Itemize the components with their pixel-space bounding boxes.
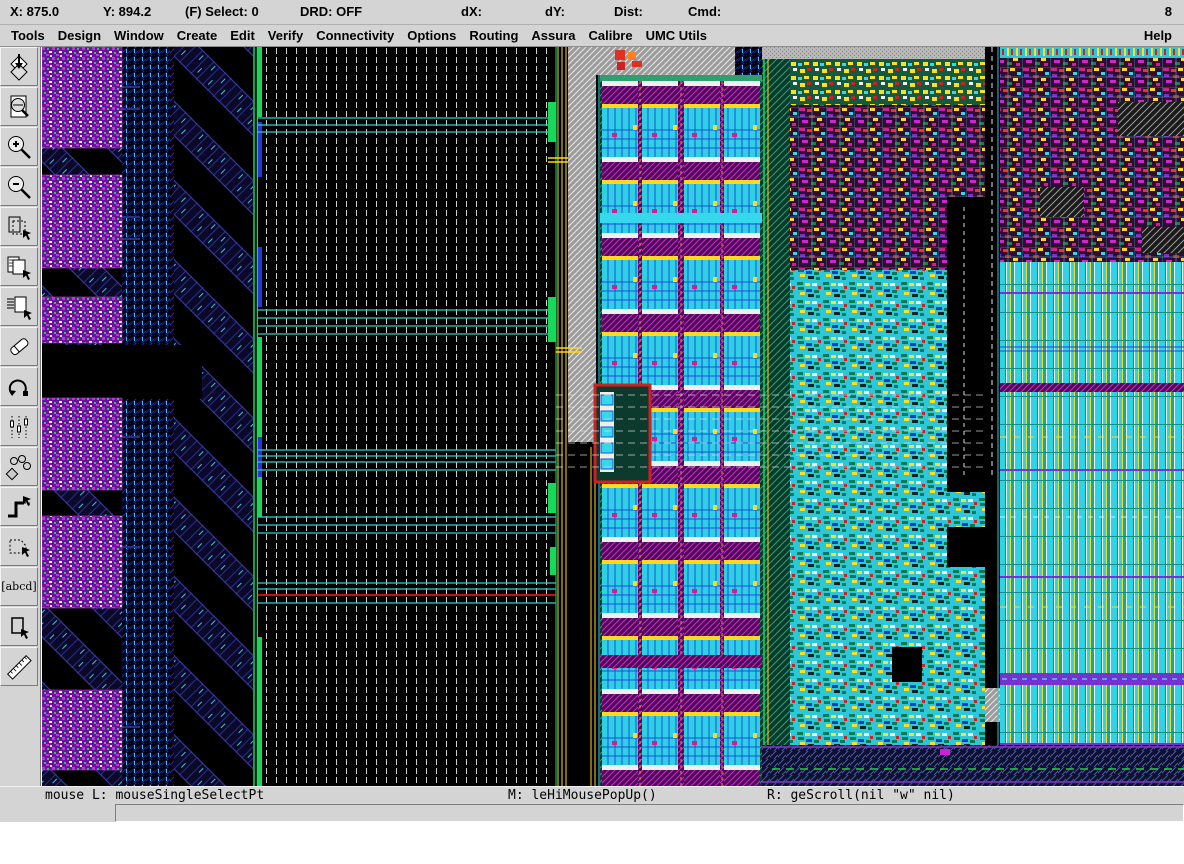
tool-zoom-out-button[interactable] <box>0 167 38 206</box>
tool-zoom-in-button[interactable] <box>0 127 38 166</box>
layout-region-divider <box>985 47 1000 786</box>
menu-item-help[interactable]: Help <box>1138 26 1178 45</box>
move-icon <box>4 292 34 322</box>
instance-icon <box>4 452 34 482</box>
window-background <box>0 822 1184 864</box>
window-badge: 8 <box>1165 4 1172 19</box>
stretch-icon <box>4 212 34 242</box>
tool-delete-button[interactable] <box>0 327 38 366</box>
layout-region-padring <box>42 47 258 786</box>
tool-save-button[interactable] <box>0 47 38 86</box>
eraser-icon <box>4 332 34 362</box>
tool-move-button[interactable] <box>0 287 38 326</box>
menu-item-assura[interactable]: Assura <box>525 26 581 45</box>
zoom-in-icon <box>4 132 34 162</box>
status-field-y: Y: 894.2 <box>103 4 151 19</box>
mouse-binding-right: R: geScroll(nil "w" nil) <box>767 788 955 803</box>
mouse-binding-middle: M: leHiMousePopUp() <box>508 788 657 803</box>
menu-bar: ToolsDesignWindowCreateEditVerifyConnect… <box>0 25 1184 47</box>
zoom-out-icon <box>4 172 34 202</box>
menu-item-calibre[interactable]: Calibre <box>583 26 639 45</box>
save-icon <box>4 52 34 82</box>
ruler-icon <box>4 652 34 682</box>
layout-drawing <box>42 47 1184 786</box>
menu-item-design[interactable]: Design <box>52 26 107 45</box>
status-field-cmd: Cmd: <box>688 4 721 19</box>
copy-icon <box>4 252 34 282</box>
tool-instance-button[interactable] <box>0 447 38 486</box>
tool-rectangle-button[interactable] <box>0 607 38 646</box>
menu-item-verify[interactable]: Verify <box>262 26 309 45</box>
mouse-bindings-bar: mouse L: mouseSingleSelectPt M: leHiMous… <box>0 786 1184 805</box>
tool-properties-button[interactable] <box>0 407 38 446</box>
status-field-x: X: 875.0 <box>10 4 59 19</box>
fit-edit-icon <box>4 92 34 122</box>
layout-canvas[interactable] <box>42 47 1184 786</box>
menu-item-routing[interactable]: Routing <box>463 26 524 45</box>
tool-undo-button[interactable] <box>0 367 38 406</box>
undo-icon <box>4 372 34 402</box>
layout-region-right-block <box>1000 47 1184 745</box>
tool-palette: [abcd] <box>0 47 41 786</box>
menu-item-tools[interactable]: Tools <box>5 26 51 45</box>
status-field-dy: dY: <box>545 4 565 19</box>
properties-icon <box>4 412 34 442</box>
tool-copy-button[interactable] <box>0 247 38 286</box>
layout-region-bottom-band <box>762 745 1184 786</box>
tool-polygon-button[interactable] <box>0 527 38 566</box>
menu-item-options[interactable]: Options <box>401 26 462 45</box>
tool-fit-edit-button[interactable] <box>0 87 38 126</box>
command-input[interactable]: > modify_plot <box>115 804 1184 822</box>
menu-item-umc-utils[interactable]: UMC Utils <box>640 26 713 45</box>
status-field-drd: DRD: OFF <box>300 4 362 19</box>
status-bar: X: 875.0 Y: 894.2 (F) Select: 0 DRD: OFF… <box>0 0 1184 25</box>
rectangle-icon <box>4 612 34 642</box>
layout-region-wire-bundle <box>548 47 600 786</box>
tool-path-button[interactable] <box>0 487 38 526</box>
menu-item-connectivity[interactable]: Connectivity <box>310 26 400 45</box>
layout-region-core <box>762 47 990 786</box>
layout-region-cell-columns <box>590 47 762 786</box>
polygon-icon <box>4 532 34 562</box>
mouse-binding-left: mouse L: mouseSingleSelectPt <box>45 788 264 803</box>
menu-item-create[interactable]: Create <box>171 26 223 45</box>
status-field-select: (F) Select: 0 <box>185 4 259 19</box>
menu-item-edit[interactable]: Edit <box>224 26 261 45</box>
label-icon: [abcd] <box>1 580 36 593</box>
tool-label-button[interactable]: [abcd] <box>0 567 38 606</box>
menu-item-window[interactable]: Window <box>108 26 170 45</box>
command-row-stub <box>0 804 115 822</box>
tool-ruler-button[interactable] <box>0 647 38 686</box>
status-field-dx: dX: <box>461 4 482 19</box>
path-icon <box>4 492 34 522</box>
command-row: > modify_plot <box>0 804 1184 822</box>
status-field-dist: Dist: <box>614 4 643 19</box>
tool-stretch-button[interactable] <box>0 207 38 246</box>
